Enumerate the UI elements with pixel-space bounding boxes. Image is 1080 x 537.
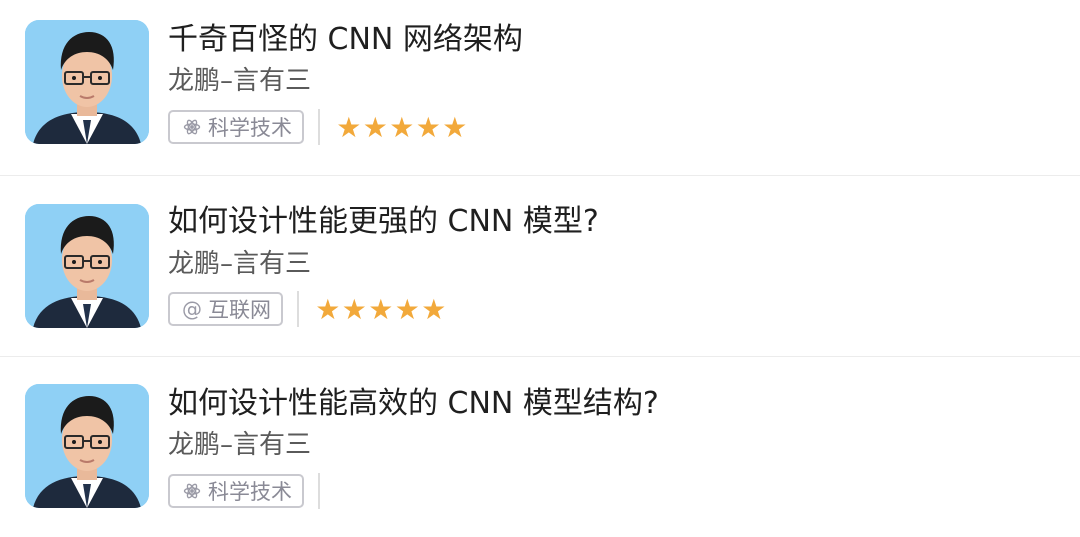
star-icon: ★ — [336, 110, 363, 144]
star-icon: ★ — [421, 292, 448, 326]
star-icon: ★ — [415, 110, 442, 144]
article-title[interactable]: 如何设计性能更强的 CNN 模型? — [168, 202, 599, 242]
category-tag-label: 科学技术 — [208, 480, 292, 504]
star-rating: ★ ★ ★ ★ ★ — [336, 111, 469, 144]
divider — [318, 473, 320, 509]
star-icon: ★ — [362, 110, 389, 144]
category-tag[interactable]: @ 互联网 — [168, 292, 283, 326]
avatar[interactable] — [25, 204, 149, 328]
list-item[interactable]: 千奇百怪的 CNN 网络架构 龙鹏–言有三 科学技术 ★ ★ ★ ★ ★ — [0, 0, 1080, 180]
author-name[interactable]: 龙鹏–言有三 — [168, 247, 311, 281]
article-list: 千奇百怪的 CNN 网络架构 龙鹏–言有三 科学技术 ★ ★ ★ ★ ★ 如何设… — [0, 0, 1080, 528]
at-icon: @ — [182, 297, 202, 321]
category-tag[interactable]: 科学技术 — [168, 110, 304, 144]
article-title[interactable]: 千奇百怪的 CNN 网络架构 — [168, 20, 523, 60]
list-item[interactable]: 如何设计性能更强的 CNN 模型? 龙鹏–言有三 @ 互联网 ★ ★ ★ ★ ★ — [0, 175, 1080, 356]
article-meta: @ 互联网 ★ ★ ★ ★ ★ — [168, 290, 448, 328]
star-icon: ★ — [394, 292, 421, 326]
article-meta: 科学技术 ★ ★ ★ ★ ★ — [168, 108, 469, 146]
article-meta: 科学技术 — [168, 472, 320, 510]
list-item[interactable]: 如何设计性能高效的 CNN 模型结构? 龙鹏–言有三 科学技术 — [0, 356, 1080, 537]
star-icon: ★ — [368, 292, 395, 326]
atom-icon — [182, 117, 202, 137]
atom-icon — [182, 481, 202, 501]
divider — [318, 109, 320, 145]
author-name[interactable]: 龙鹏–言有三 — [168, 428, 311, 462]
category-tag[interactable]: 科学技术 — [168, 474, 304, 508]
divider — [297, 291, 299, 327]
star-icon: ★ — [389, 110, 416, 144]
star-rating: ★ ★ ★ ★ ★ — [315, 293, 448, 326]
star-icon: ★ — [341, 292, 368, 326]
avatar[interactable] — [25, 384, 149, 508]
star-icon: ★ — [442, 110, 469, 144]
author-name[interactable]: 龙鹏–言有三 — [168, 64, 311, 98]
avatar[interactable] — [25, 20, 149, 144]
star-icon: ★ — [315, 292, 342, 326]
category-tag-label: 互联网 — [208, 298, 271, 322]
category-tag-label: 科学技术 — [208, 116, 292, 140]
article-title[interactable]: 如何设计性能高效的 CNN 模型结构? — [168, 384, 659, 424]
